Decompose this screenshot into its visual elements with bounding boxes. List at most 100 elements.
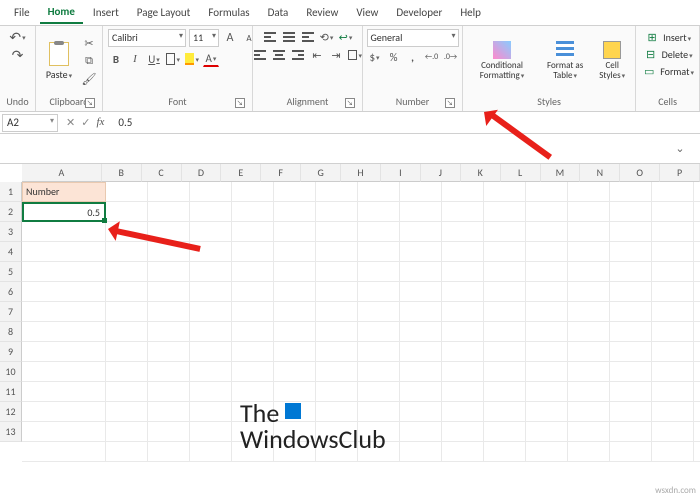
increase-decimal-button[interactable]: ←.0: [424, 49, 440, 65]
formula-input[interactable]: 0.5: [114, 115, 700, 130]
align-top-button[interactable]: [262, 29, 278, 45]
alignment-launcher[interactable]: ↘: [345, 98, 355, 108]
group-clipboard-label: Clipboard↘: [41, 93, 97, 110]
border-button[interactable]: [165, 51, 181, 67]
cell-styles-icon: [603, 41, 621, 59]
row-headers[interactable]: 12345678910111213: [0, 182, 22, 462]
indent-increase-button[interactable]: ⇥: [328, 47, 344, 63]
font-color-button[interactable]: A: [203, 51, 219, 67]
format-painter-button[interactable]: [81, 71, 97, 87]
tab-data[interactable]: Data: [260, 2, 297, 23]
align-bottom-button[interactable]: [300, 29, 316, 45]
column-header-b[interactable]: B: [102, 164, 142, 182]
border-icon: [166, 53, 175, 65]
clipboard-launcher[interactable]: ↘: [85, 98, 95, 108]
tab-page-layout[interactable]: Page Layout: [129, 2, 199, 23]
align-center-button[interactable]: [271, 47, 287, 63]
row-header-1[interactable]: 1: [0, 182, 22, 202]
column-header-h[interactable]: H: [341, 164, 381, 182]
tab-developer[interactable]: Developer: [388, 2, 450, 23]
row-header-4[interactable]: 4: [0, 242, 22, 262]
row-header-10[interactable]: 10: [0, 362, 22, 382]
toolbar-tray: ⌄: [0, 134, 700, 164]
row-header-12[interactable]: 12: [0, 402, 22, 422]
italic-button[interactable]: I: [127, 51, 143, 67]
group-cells-label: Cells: [641, 93, 694, 110]
orientation-button[interactable]: ⟲: [319, 29, 335, 45]
paste-icon: [49, 42, 69, 66]
format-cells-button[interactable]: Format: [641, 63, 694, 79]
row-header-13[interactable]: 13: [0, 422, 22, 442]
wrap-text-button[interactable]: [338, 29, 354, 45]
grow-font-button[interactable]: A: [222, 30, 238, 46]
merge-icon: [348, 50, 357, 60]
column-header-g[interactable]: G: [301, 164, 341, 182]
delete-cells-button[interactable]: Delete: [643, 46, 693, 62]
tab-help[interactable]: Help: [452, 2, 489, 23]
enter-formula-button[interactable]: ✓: [81, 116, 90, 129]
column-header-i[interactable]: I: [381, 164, 421, 182]
column-header-f[interactable]: F: [261, 164, 301, 182]
row-header-7[interactable]: 7: [0, 302, 22, 322]
font-name-select[interactable]: Calibri: [108, 29, 186, 47]
name-box[interactable]: A2: [2, 114, 58, 132]
tab-file[interactable]: File: [6, 2, 38, 23]
column-header-p[interactable]: P: [660, 164, 700, 182]
column-headers[interactable]: ABCDEFGHIJKLMNOP: [22, 164, 700, 182]
font-launcher[interactable]: ↘: [235, 98, 245, 108]
number-format-select[interactable]: General: [367, 29, 459, 47]
cell-styles-button[interactable]: Cell Styles: [594, 29, 630, 93]
insert-cells-button[interactable]: Insert: [644, 29, 691, 45]
align-right-button[interactable]: [290, 47, 306, 63]
redo-button[interactable]: [10, 47, 26, 63]
cell-a2-selected[interactable]: 0.5: [22, 202, 106, 222]
row-header-9[interactable]: 9: [0, 342, 22, 362]
row-header-11[interactable]: 11: [0, 382, 22, 402]
collapse-ribbon-button[interactable]: ⌄: [672, 141, 688, 157]
undo-button[interactable]: [10, 29, 26, 45]
group-font-label: Font↘: [108, 93, 247, 110]
column-header-o[interactable]: O: [620, 164, 660, 182]
column-header-a[interactable]: A: [22, 164, 102, 182]
align-left-button[interactable]: [252, 47, 268, 63]
column-header-d[interactable]: D: [182, 164, 222, 182]
indent-decrease-button[interactable]: ⇤: [309, 47, 325, 63]
column-header-m[interactable]: M: [541, 164, 581, 182]
comma-format-button[interactable]: ,: [405, 49, 421, 65]
tab-formulas[interactable]: Formulas: [200, 2, 257, 23]
underline-button[interactable]: U: [146, 51, 162, 67]
tab-review[interactable]: Review: [298, 2, 346, 23]
formula-bar: A2 ✕ ✓ fx 0.5: [0, 112, 700, 134]
column-header-n[interactable]: N: [580, 164, 620, 182]
row-header-6[interactable]: 6: [0, 282, 22, 302]
column-header-l[interactable]: L: [501, 164, 541, 182]
insert-function-button[interactable]: fx: [96, 116, 104, 129]
paste-button[interactable]: Paste: [41, 29, 77, 93]
column-header-e[interactable]: E: [221, 164, 261, 182]
row-header-2[interactable]: 2: [0, 202, 22, 222]
row-header-8[interactable]: 8: [0, 322, 22, 342]
font-size-select[interactable]: 11: [189, 29, 219, 47]
column-header-k[interactable]: K: [461, 164, 501, 182]
accounting-format-button[interactable]: $: [367, 49, 383, 65]
copy-button[interactable]: [81, 53, 97, 69]
cancel-formula-button[interactable]: ✕: [66, 116, 75, 129]
bold-button[interactable]: B: [108, 51, 124, 67]
column-header-j[interactable]: J: [421, 164, 461, 182]
decrease-decimal-button[interactable]: .0→: [443, 49, 459, 65]
align-middle-button[interactable]: [281, 29, 297, 45]
tab-view[interactable]: View: [348, 2, 386, 23]
row-header-5[interactable]: 5: [0, 262, 22, 282]
cell-a1[interactable]: Number: [22, 182, 106, 202]
fill-color-button[interactable]: [184, 51, 200, 67]
merge-button[interactable]: [347, 47, 363, 63]
tab-insert[interactable]: Insert: [85, 2, 127, 23]
row-header-3[interactable]: 3: [0, 222, 22, 242]
cut-button[interactable]: [81, 35, 97, 51]
column-header-c[interactable]: C: [142, 164, 182, 182]
format-as-table-button[interactable]: Format as Table: [540, 29, 590, 93]
tab-home[interactable]: Home: [40, 1, 83, 24]
number-launcher[interactable]: ↘: [445, 98, 455, 108]
conditional-formatting-button[interactable]: Conditional Formatting: [468, 29, 536, 93]
percent-format-button[interactable]: %: [386, 49, 402, 65]
